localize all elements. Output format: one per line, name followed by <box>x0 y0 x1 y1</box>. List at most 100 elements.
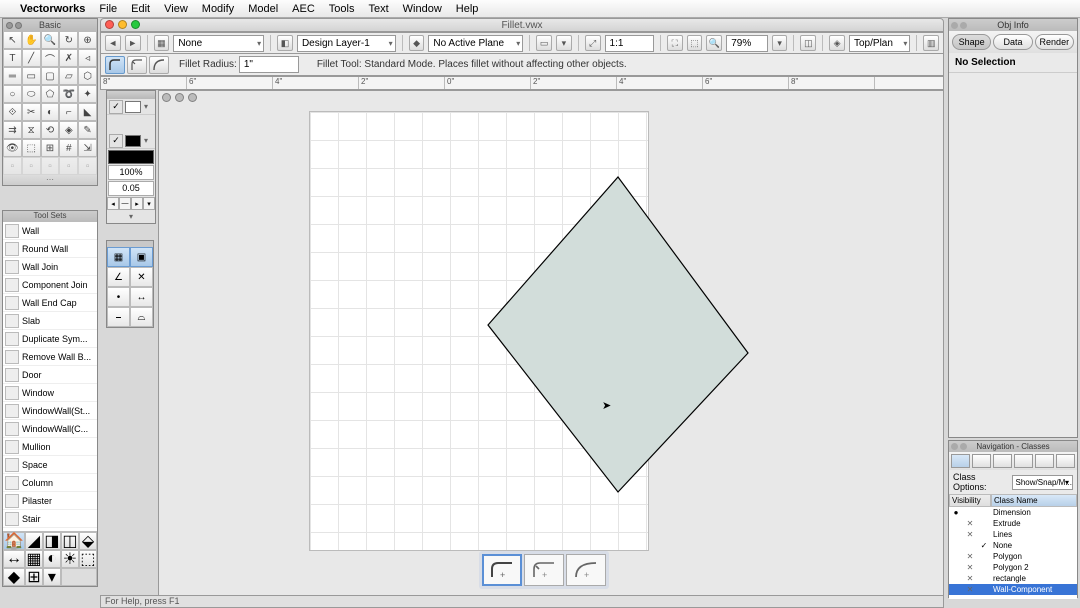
spiral-tool[interactable]: ➰ <box>59 85 78 103</box>
offset-tool[interactable]: ⇉ <box>3 121 22 139</box>
toolset-item[interactable]: Door <box>3 366 97 384</box>
menu-view[interactable]: View <box>164 3 188 15</box>
toolset-item[interactable]: Stair <box>3 510 97 528</box>
nav-fwd-button[interactable]: ► <box>125 35 141 51</box>
nav-tab-sheets[interactable] <box>993 454 1012 468</box>
double-line-tool[interactable]: ═ <box>3 67 22 85</box>
class-row[interactable]: ✕rectangle <box>949 573 1077 584</box>
toolset-c[interactable]: ▾ <box>43 568 61 586</box>
zoom-tool[interactable]: 🔍 <box>41 31 60 49</box>
snap-intersect[interactable]: ✕ <box>130 267 153 287</box>
fill-menu[interactable]: ▾ <box>141 102 151 111</box>
view-cube-button[interactable]: ◈ <box>829 35 845 51</box>
toolset-item[interactable]: WindowWall(C... <box>3 420 97 438</box>
snap-distance[interactable]: ↔ <box>130 287 153 307</box>
callout-tool[interactable]: ◃ <box>78 49 97 67</box>
toolset-vis[interactable]: ◐ <box>43 550 61 568</box>
toolset-item[interactable]: Pilaster <box>3 492 97 510</box>
opacity-value[interactable]: 100% <box>108 165 154 180</box>
obj-info-tab-data[interactable]: Data <box>993 34 1032 50</box>
snap-angle[interactable]: ∠ <box>107 267 130 287</box>
minimize-button[interactable] <box>118 20 127 29</box>
navigation-title[interactable]: Navigation - Classes <box>949 441 1077 452</box>
arc-tool[interactable]: ⌒ <box>41 49 60 67</box>
flyover-tool[interactable]: ↻ <box>59 31 78 49</box>
toolset-item[interactable]: Space <box>3 456 97 474</box>
class-options-select[interactable]: Show/Snap/M... <box>1012 475 1073 490</box>
nav-back-button[interactable]: ◄ <box>105 35 121 51</box>
pan-tool[interactable]: ✋ <box>22 31 41 49</box>
toolset-item[interactable]: Component Join <box>3 276 97 294</box>
tool-sets-title[interactable]: Tool Sets <box>3 211 97 222</box>
number-stamp-tool[interactable]: # <box>59 139 78 157</box>
zoom-input[interactable]: 79% <box>726 35 767 52</box>
toolset-item[interactable]: Wall End Cap <box>3 294 97 312</box>
fill-check[interactable]: ✓ <box>109 100 123 114</box>
toolset-item[interactable]: Round Wall <box>3 240 97 258</box>
snap-smart-pt[interactable]: • <box>107 287 130 307</box>
class-row[interactable]: ✕Polygon 2 <box>949 562 1077 573</box>
thickness-value[interactable]: 0.05 <box>108 181 154 196</box>
app-name[interactable]: Vectorworks <box>20 3 85 15</box>
nav-tab-classes[interactable] <box>951 454 970 468</box>
oval-tool[interactable]: ⬭ <box>22 85 41 103</box>
fillet-mode-trim[interactable] <box>149 56 169 74</box>
marker-menu[interactable]: ▾ <box>143 197 155 210</box>
move-by-points-tool[interactable]: ⇲ <box>78 139 97 157</box>
mode-hint-3[interactable]: + <box>566 554 606 586</box>
saved-view-drop[interactable]: ▾ <box>556 35 572 51</box>
toolset-item[interactable]: Column <box>3 474 97 492</box>
obj-info-tab-shape[interactable]: Shape <box>952 34 991 50</box>
snap-edge[interactable]: ⎯ <box>107 307 130 327</box>
toolset-item[interactable]: Remove Wall B... <box>3 348 97 366</box>
toolset-item[interactable]: Wall Join <box>3 258 97 276</box>
unified-view-button[interactable]: ◫ <box>800 35 816 51</box>
2d-polygon-tool[interactable]: ▱ <box>59 67 78 85</box>
line-preview[interactable] <box>108 150 154 164</box>
2d-reshape-tool[interactable]: ⟐ <box>3 103 22 121</box>
chamfer-tool[interactable]: ◣ <box>78 103 97 121</box>
scale-icon[interactable]: ⤢ <box>585 35 601 51</box>
menu-text[interactable]: Text <box>368 3 388 15</box>
rotate-tool[interactable]: ⟲ <box>41 121 60 139</box>
class-row[interactable]: ✕Extrude <box>949 518 1077 529</box>
fillet-mode-standard[interactable] <box>105 56 125 74</box>
close-button[interactable] <box>105 20 114 29</box>
render-mode-button[interactable]: ▥ <box>923 35 939 51</box>
pen-check[interactable]: ✓ <box>109 134 123 148</box>
nav-tab-layers[interactable] <box>972 454 991 468</box>
marker-line[interactable]: — <box>119 197 131 210</box>
scale-input[interactable]: 1:1 <box>605 35 654 52</box>
fill-swatch[interactable] <box>125 101 141 113</box>
menu-edit[interactable]: Edit <box>131 3 150 15</box>
class-row[interactable]: ✕Wall-Component <box>949 584 1077 595</box>
regular-polygon-tool[interactable]: ⬠ <box>41 85 60 103</box>
rounded-rect-tool[interactable]: ▢ <box>41 67 60 85</box>
eyedropper-tool[interactable]: ✎ <box>78 121 97 139</box>
menu-modify[interactable]: Modify <box>202 3 234 15</box>
fillet-radius-input[interactable]: 1" <box>239 56 299 73</box>
symbol-insert-tool[interactable]: ⬚ <box>22 139 41 157</box>
class-icon[interactable]: ▦ <box>154 35 170 51</box>
zoom-obj-button[interactable]: ⬚ <box>687 35 703 51</box>
mode-hint-2[interactable]: + <box>524 554 564 586</box>
connect-combine-tool[interactable]: ⊞ <box>41 139 60 157</box>
split-tool[interactable]: ✂ <box>22 103 41 121</box>
toolset-m[interactable]: ⬚ <box>79 550 97 568</box>
zoom-drop[interactable]: ▾ <box>772 35 788 51</box>
toolset-item[interactable]: Wall <box>3 222 97 240</box>
toolset-building[interactable]: 🏠 <box>3 532 25 550</box>
walkthrough-tool[interactable]: ⊕ <box>78 31 97 49</box>
line-tool[interactable]: ╱ <box>22 49 41 67</box>
menu-file[interactable]: File <box>99 3 117 15</box>
clip-tool[interactable]: ◐ <box>41 103 60 121</box>
selection-tool[interactable]: ↖ <box>3 31 22 49</box>
toolset-item[interactable]: Window <box>3 384 97 402</box>
text-tool[interactable]: T <box>3 49 22 67</box>
class-row[interactable]: ✓None <box>949 540 1077 551</box>
saved-view-button[interactable]: ▭ <box>536 35 552 51</box>
snap-tangent[interactable]: ⌓ <box>130 307 153 327</box>
nav-tab-vp[interactable] <box>1035 454 1054 468</box>
attr-menu-button[interactable]: ▾ <box>107 210 155 223</box>
std-view-select[interactable]: Top/Plan <box>849 35 910 52</box>
